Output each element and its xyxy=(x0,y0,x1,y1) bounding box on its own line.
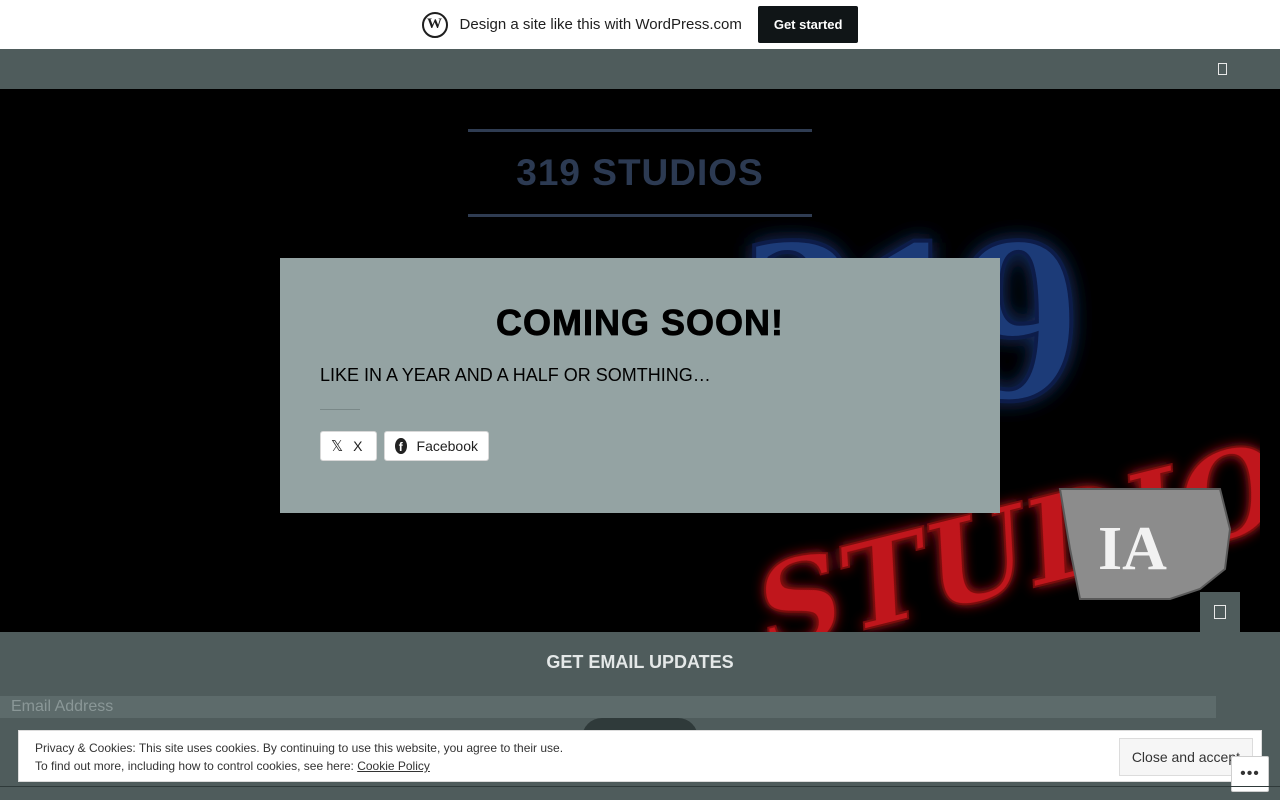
cookie-text: Privacy & Cookies: This site uses cookie… xyxy=(35,739,563,775)
cookie-banner: Privacy & Cookies: This site uses cookie… xyxy=(18,730,1262,782)
wordpress-banner-text[interactable]: Design a site like this with WordPress.c… xyxy=(460,16,742,33)
email-updates-title: GET EMAIL UPDATES xyxy=(546,652,734,672)
x-icon: 𝕏 xyxy=(331,437,344,455)
share-facebook-button[interactable]: f Facebook xyxy=(384,431,489,461)
cookie-line-2-prefix: To find out more, including how to contr… xyxy=(35,759,354,773)
email-address-input[interactable] xyxy=(0,696,1216,718)
footer-divider xyxy=(0,786,1280,787)
share-x-label: X xyxy=(353,438,363,454)
wordpress-logo-icon[interactable]: W xyxy=(421,11,448,38)
coming-soon-modal: COMING SOON! LIKE IN A YEAR AND A HALF O… xyxy=(280,258,1000,513)
modal-separator xyxy=(320,409,360,410)
share-facebook-label: Facebook xyxy=(416,438,478,454)
share-x-button[interactable]: 𝕏 X xyxy=(320,431,377,461)
menu-toggle-icon[interactable] xyxy=(1214,61,1230,77)
modal-title: COMING SOON! xyxy=(496,302,784,344)
wordpress-banner: W Design a site like this with WordPress… xyxy=(0,0,1280,49)
facebook-icon: f xyxy=(395,438,407,454)
cookie-line-2: To find out more, including how to contr… xyxy=(35,757,563,775)
wordpress-logo-letter: W xyxy=(427,16,443,32)
get-started-button[interactable]: Get started xyxy=(757,6,859,43)
back-to-top-icon[interactable] xyxy=(1200,592,1240,632)
modal-text: LIKE IN A YEAR AND A HALF OR SOMTHING… xyxy=(320,365,711,385)
cookie-policy-link[interactable]: Cookie Policy xyxy=(357,759,430,773)
logo-state-text: IA xyxy=(1098,515,1167,583)
cookie-line-1: Privacy & Cookies: This site uses cookie… xyxy=(35,741,564,755)
header-strip xyxy=(0,49,1280,89)
